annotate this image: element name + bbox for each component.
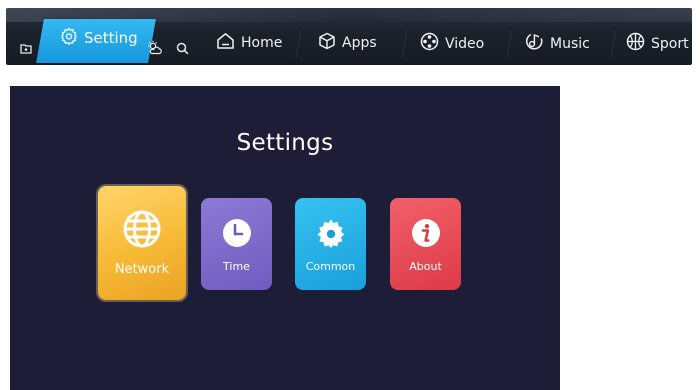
nav-separator — [506, 30, 513, 58]
info-icon — [411, 218, 441, 252]
nav-item-music[interactable]: Music — [524, 32, 590, 55]
folder-icon[interactable] — [18, 40, 34, 56]
nav-item-sport[interactable]: Sport — [626, 32, 689, 55]
tab-setting-label: Setting — [84, 29, 138, 47]
tile-about[interactable]: About — [390, 198, 461, 290]
nav-item-label: Apps — [342, 35, 377, 51]
nav-item-home[interactable]: Home — [216, 32, 282, 54]
gear-icon — [60, 27, 78, 49]
settings-panel: Settings Network Time Common About — [10, 86, 560, 390]
nav-item-label: Sport — [651, 35, 689, 52]
nav-separator — [295, 30, 302, 58]
clock-icon — [222, 218, 252, 252]
globe-icon — [123, 210, 161, 252]
tile-time[interactable]: Time — [201, 198, 272, 290]
search-icon[interactable] — [174, 40, 190, 56]
home-icon — [216, 32, 235, 54]
nav-item-apps[interactable]: Apps — [318, 32, 377, 54]
music-note-icon — [524, 32, 544, 55]
weather-icon[interactable] — [147, 40, 163, 56]
nav-item-label: Video — [445, 35, 485, 52]
tile-label: Common — [305, 260, 356, 273]
gear-icon — [316, 218, 346, 252]
nav-item-label: Home — [241, 35, 283, 51]
tile-label: About — [409, 260, 442, 273]
tile-label: Time — [223, 260, 250, 273]
apps-cube-icon — [318, 32, 336, 54]
nav-item-video[interactable]: Video — [420, 32, 484, 55]
page-title: Settings — [236, 130, 334, 156]
nav-item-label: Music — [550, 35, 590, 52]
tile-common[interactable]: Common — [295, 198, 366, 290]
tile-label: Network — [114, 262, 170, 277]
nav-separator — [401, 30, 408, 58]
nav-separator — [610, 30, 617, 58]
sport-ball-icon — [626, 32, 645, 55]
video-reel-icon — [420, 32, 439, 55]
tab-setting-content[interactable]: Setting — [60, 27, 138, 49]
top-nav-bar: Setting Home Apps Video Music Sport — [6, 8, 692, 65]
tile-network[interactable]: Network — [98, 186, 186, 300]
